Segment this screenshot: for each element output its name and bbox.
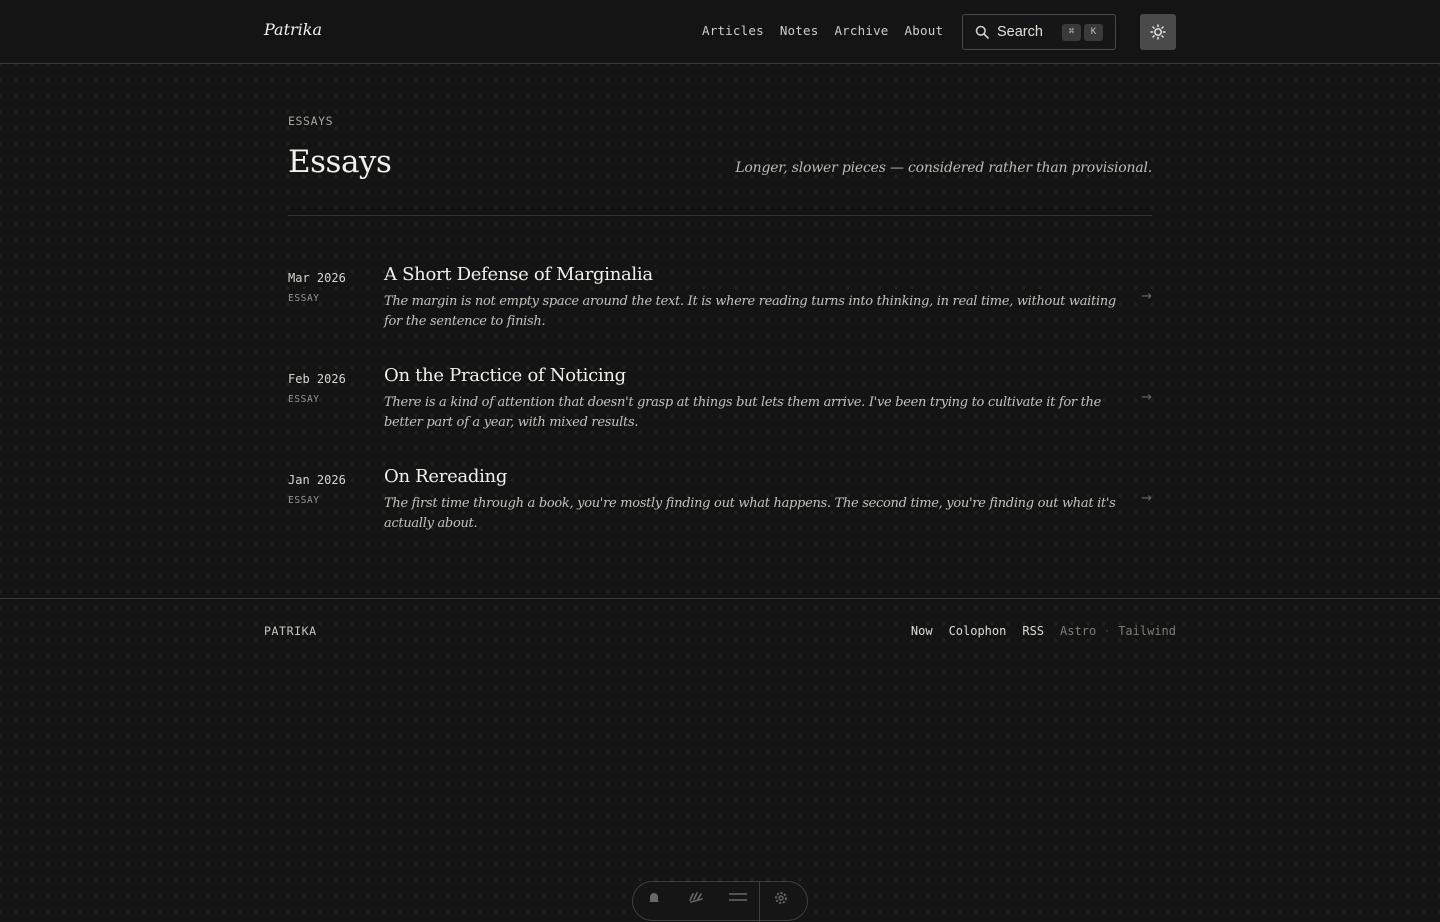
entry-type: ESSAY xyxy=(288,293,320,304)
footer-meta-tailwind: Tailwind xyxy=(1118,624,1176,638)
floating-toolbar xyxy=(632,881,808,922)
essay-entry[interactable]: Feb 2026 ESSAY On the Practice of Notici… xyxy=(288,363,1152,464)
nav-about[interactable]: About xyxy=(905,23,944,38)
search-button[interactable]: Search ⌘ K xyxy=(962,14,1116,50)
footer-link-now[interactable]: Now xyxy=(911,624,933,638)
footer-link-colophon[interactable]: Colophon xyxy=(949,624,1007,638)
footer-meta-astro: Astro xyxy=(1060,624,1097,638)
nav-notes[interactable]: Notes xyxy=(780,23,819,38)
footer-links: Now Colophon RSS Astro · Tailwind xyxy=(911,624,1176,638)
search-icon xyxy=(975,25,989,39)
page-title: Essays xyxy=(288,144,392,180)
main-nav: Articles Notes Archive About xyxy=(702,23,943,38)
nav-articles[interactable]: Articles xyxy=(702,23,764,38)
entry-type: ESSAY xyxy=(288,394,320,405)
sun-icon xyxy=(1150,24,1166,40)
essay-entry[interactable]: Jan 2026 ESSAY On Rereading The first ti… xyxy=(288,464,1152,565)
dock-hand-button[interactable] xyxy=(675,890,717,912)
page-tagline: Longer, slower pieces — considered rathe… xyxy=(735,160,1152,176)
theme-toggle-button[interactable] xyxy=(1140,14,1176,50)
site-header: Patrika Articles Notes Archive About Sea… xyxy=(0,0,1440,64)
entry-type: ESSAY xyxy=(288,495,320,506)
command-key: ⌘ xyxy=(1062,23,1081,41)
search-shortcut: ⌘ K xyxy=(1062,23,1103,41)
footer-meta-separator: · xyxy=(1104,625,1111,637)
arrow-right-icon: → xyxy=(1141,390,1152,405)
site-brand[interactable]: Patrika xyxy=(264,20,322,39)
gear-icon xyxy=(775,892,787,904)
dock-bell-button[interactable] xyxy=(633,890,675,912)
arrow-right-icon: → xyxy=(1141,491,1152,506)
footer-meta: Astro · Tailwind xyxy=(1060,624,1176,638)
arrow-right-icon: → xyxy=(1141,289,1152,304)
entry-date: Feb 2026 xyxy=(288,372,346,386)
dock-menu-button[interactable] xyxy=(717,890,759,912)
footer-link-rss[interactable]: RSS xyxy=(1022,624,1044,638)
k-key: K xyxy=(1084,23,1103,41)
entry-title: On the Practice of Noticing xyxy=(384,365,626,386)
bell-icon xyxy=(649,893,659,902)
hand-icon xyxy=(689,892,703,903)
nav-archive[interactable]: Archive xyxy=(834,23,888,38)
menu-icon xyxy=(729,893,747,901)
entry-date: Mar 2026 xyxy=(288,271,346,285)
search-label: Search xyxy=(997,24,1043,40)
essay-list: Mar 2026 ESSAY A Short Defense of Margin… xyxy=(288,262,1152,565)
entry-title: On Rereading xyxy=(384,466,508,487)
essay-entry[interactable]: Mar 2026 ESSAY A Short Defense of Margin… xyxy=(288,262,1152,363)
footer-brand: PATRIKA xyxy=(264,624,317,638)
entry-title: A Short Defense of Marginalia xyxy=(384,264,653,285)
entry-excerpt: There is a kind of attention that doesn'… xyxy=(384,395,1102,430)
entry-excerpt: The first time through a book, you're mo… xyxy=(384,496,1116,531)
footer-divider xyxy=(0,598,1440,599)
page-eyebrow: ESSAYS xyxy=(288,114,334,128)
dock-settings-button[interactable] xyxy=(760,890,802,912)
section-divider xyxy=(288,215,1152,216)
entry-date: Jan 2026 xyxy=(288,473,346,487)
entry-excerpt: The margin is not empty space around the… xyxy=(384,294,1116,329)
